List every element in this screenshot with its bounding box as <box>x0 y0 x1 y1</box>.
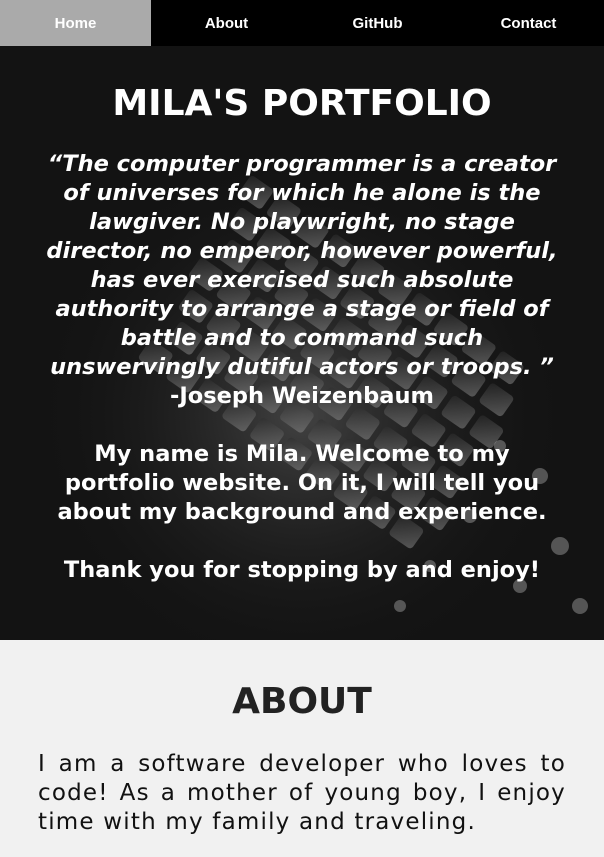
nav-github-link[interactable]: GitHub <box>302 0 453 46</box>
hero-quote: “The computer programmer is a creator of… <box>46 151 558 380</box>
quote-author: -Joseph Weizenbaum <box>170 383 434 409</box>
hero-section: MILA'S PORTFOLIO “The computer programme… <box>0 46 604 640</box>
about-section: ABOUT I am a software developer who love… <box>0 640 604 857</box>
nav-contact-link[interactable]: Contact <box>453 0 604 46</box>
nav-about-link[interactable]: About <box>151 0 302 46</box>
thanks-text: Thank you for stopping by and enjoy! <box>63 557 541 583</box>
nav-home-link[interactable]: Home <box>0 0 151 46</box>
about-heading: ABOUT <box>232 681 372 722</box>
welcome-text: My name is Mila. Welcome to my portfolio… <box>57 441 547 525</box>
page-title: MILA'S PORTFOLIO <box>112 83 492 124</box>
hero-content: MILA'S PORTFOLIO “The computer programme… <box>40 82 564 585</box>
about-text: I am a software developer who loves to c… <box>38 751 566 835</box>
top-navbar: Home About GitHub Contact <box>0 0 604 46</box>
